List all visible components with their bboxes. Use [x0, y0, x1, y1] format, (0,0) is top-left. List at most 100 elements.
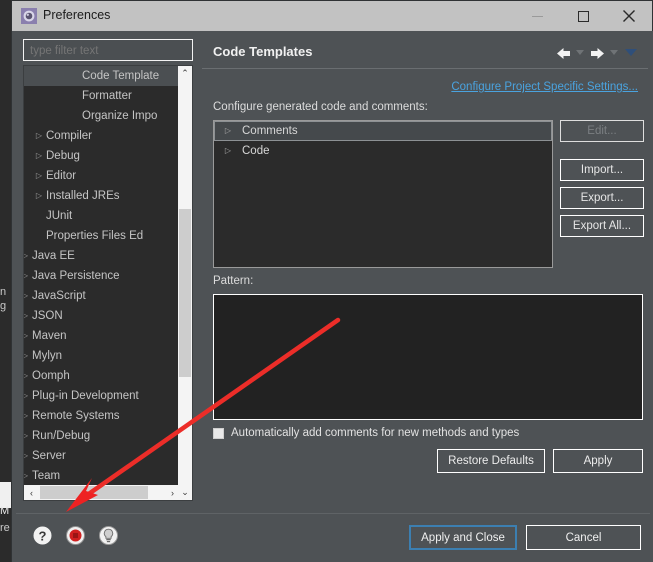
tree-expand-icon[interactable]: ▷	[24, 466, 32, 486]
tree-item[interactable]: ▷ Debug	[24, 146, 180, 166]
tree-item[interactable]: ▷JSON	[24, 306, 180, 326]
tree-expand-icon[interactable]: ▷	[24, 346, 32, 366]
tree-item-label: Run/Debug	[32, 430, 91, 442]
help-question-icon[interactable]: ?	[32, 525, 53, 546]
record-stop-icon[interactable]	[65, 525, 86, 546]
close-icon	[623, 10, 635, 22]
template-expand-icon[interactable]: ▷	[222, 121, 234, 141]
tree-item[interactable]: ▷ Installed JREs	[24, 186, 180, 206]
auto-comments-checkbox-row[interactable]: Automatically add comments for new metho…	[213, 427, 519, 439]
tree-expand-icon[interactable]: ▷	[24, 286, 32, 306]
tree-expand-icon[interactable]: ▷	[32, 146, 46, 166]
background-text-3: M	[0, 505, 10, 517]
close-button[interactable]	[606, 1, 652, 31]
templates-tree[interactable]: ▷ Comments ▷ Code	[213, 120, 553, 268]
tree-expand-icon[interactable]: ▷	[24, 406, 32, 426]
apply-and-close-button[interactable]: Apply and Close	[409, 525, 517, 550]
project-settings-link-row: Configure Project Specific Settings...	[451, 77, 638, 95]
background-text-2: g	[0, 300, 7, 312]
tree-item-label: Code Template	[82, 70, 160, 82]
minimize-icon	[531, 15, 543, 17]
tree-item[interactable]: Organize Impo	[24, 106, 180, 126]
vertical-scroll-thumb[interactable]	[179, 209, 191, 377]
scroll-down-icon[interactable]: ⌄	[178, 485, 192, 500]
export-all-button[interactable]: Export All...	[560, 215, 644, 237]
tree-item[interactable]: ▷Java Persistence	[24, 266, 180, 286]
preference-tree[interactable]: Code Template Formatter Organize Impo ▷ Comp…	[23, 65, 193, 501]
tree-item[interactable]: ▷Oomph	[24, 366, 180, 386]
pattern-preview-box	[213, 294, 643, 420]
tree-item[interactable]: ▷Plug-in Development	[24, 386, 180, 406]
tree-item[interactable]: ▷ Editor	[24, 166, 180, 186]
export-button[interactable]: Export...	[560, 187, 644, 209]
edit-button: Edit...	[560, 120, 644, 142]
tree-expand-icon[interactable]: ▷	[24, 446, 32, 466]
tree-item[interactable]: ▷Server	[24, 446, 180, 466]
tree-item[interactable]: ▷Java EE	[24, 246, 180, 266]
window-title: Preferences	[43, 8, 111, 22]
configure-project-specific-settings-link[interactable]: Configure Project Specific Settings...	[451, 81, 638, 93]
tree-expand-icon[interactable]: ▷	[32, 166, 46, 186]
apply-button[interactable]: Apply	[553, 449, 643, 473]
scroll-up-icon[interactable]: ⌃	[178, 66, 192, 81]
tree-expand-icon[interactable]: ▷	[24, 306, 32, 326]
import-button[interactable]: Import...	[560, 159, 644, 181]
maximize-button[interactable]	[560, 1, 606, 31]
tree-item-label: Editor	[46, 170, 77, 182]
horizontal-scroll-thumb[interactable]	[40, 486, 148, 499]
tip-lightbulb-icon[interactable]	[98, 525, 119, 546]
minimize-button[interactable]	[514, 1, 560, 31]
forward-arrow-icon[interactable]	[588, 45, 606, 61]
pattern-label: Pattern:	[213, 275, 254, 287]
pane-bottom-actions: Restore Defaults Apply	[437, 449, 643, 473]
tree-item-label: Maven	[32, 330, 67, 342]
cancel-button[interactable]: Cancel	[526, 525, 641, 550]
tree-item[interactable]: ▷Remote Systems	[24, 406, 180, 426]
tree-item-label: JavaScript	[32, 290, 86, 302]
tree-horizontal-scrollbar[interactable]: ‹ ›	[24, 485, 180, 500]
template-row[interactable]: ▷ Comments	[214, 121, 552, 141]
background-text-1: n	[0, 286, 7, 298]
tree-expand-icon[interactable]: ▷	[24, 326, 32, 346]
tree-item[interactable]: ▷Maven	[24, 326, 180, 346]
maximize-icon	[577, 10, 589, 22]
scroll-right-icon[interactable]: ›	[165, 485, 180, 500]
pane-nav-icons	[554, 45, 640, 61]
auto-comments-checkbox[interactable]	[213, 427, 224, 439]
title-bar: Preferences	[12, 1, 652, 31]
tree-item[interactable]: Properties Files Ed	[24, 226, 180, 246]
template-row[interactable]: ▷ Code	[214, 141, 552, 161]
footer-button-group: Apply and Close Cancel	[409, 525, 641, 550]
tree-item[interactable]: Formatter	[24, 86, 180, 106]
scroll-left-icon[interactable]: ‹	[24, 485, 39, 500]
tree-item-label: Plug-in Development	[32, 390, 139, 402]
preference-tree-list: Code Template Formatter Organize Impo ▷ Comp…	[24, 66, 180, 482]
tree-item-label: Debug	[46, 150, 80, 162]
tree-item[interactable]: ▷Mylyn	[24, 346, 180, 366]
svg-text:?: ?	[39, 529, 47, 544]
tree-expand-icon[interactable]: ▷	[24, 246, 32, 266]
template-expand-icon[interactable]: ▷	[222, 141, 234, 161]
tree-item[interactable]: Code Template	[24, 66, 180, 86]
tree-vertical-scrollbar[interactable]: ⌃ ⌄	[178, 66, 192, 500]
filter-box[interactable]	[23, 39, 193, 62]
template-row-label: Comments	[242, 125, 298, 137]
tree-item-label: Compiler	[46, 130, 93, 142]
back-arrow-icon[interactable]	[554, 45, 572, 61]
tree-expand-icon[interactable]: ▷	[24, 366, 32, 386]
tree-expand-icon[interactable]: ▷	[32, 186, 46, 206]
tree-item[interactable]: ▷ Compiler	[24, 126, 180, 146]
tree-expand-icon[interactable]: ▷	[24, 426, 32, 446]
tree-item[interactable]: ▷Run/Debug	[24, 426, 180, 446]
tree-item[interactable]: JUnit	[24, 206, 180, 226]
tree-item[interactable]: ▷JavaScript	[24, 286, 180, 306]
tree-expand-icon[interactable]: ▷	[24, 266, 32, 286]
view-menu-icon[interactable]	[622, 45, 640, 61]
tree-expand-icon[interactable]: ▷	[32, 126, 46, 146]
back-dropdown-icon[interactable]	[574, 45, 586, 61]
restore-defaults-button[interactable]: Restore Defaults	[437, 449, 545, 473]
filter-text-input[interactable]	[28, 40, 192, 62]
tree-expand-icon[interactable]: ▷	[24, 386, 32, 406]
tree-item[interactable]: ▷Team	[24, 466, 180, 486]
forward-dropdown-icon[interactable]	[608, 45, 620, 61]
